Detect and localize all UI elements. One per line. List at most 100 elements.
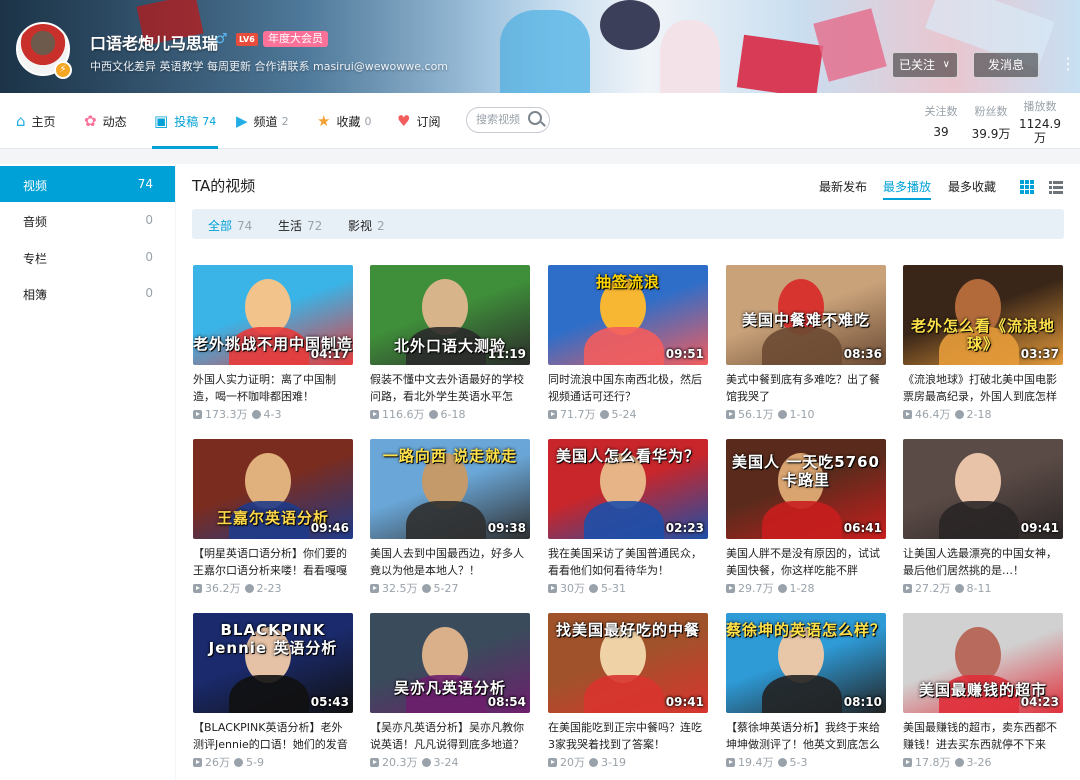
video-card[interactable]: 09:41 让美国人选最漂亮的中国女神，最后他们居然挑的是…！ 27.2万 8-11 [903,439,1063,597]
video-card[interactable]: 老外挑战不用中国制造 04:17 外国人实力证明：离了中国制造，喝一杯咖啡都困难！ 1… [193,265,353,423]
video-thumbnail[interactable]: 美国人怎么看华为？ 02:23 [548,439,708,539]
video-thumbnail[interactable]: 美国中餐难不难吃 08:36 [726,265,886,365]
tab-uploads[interactable]: ▣ 投稿 74 [151,93,219,149]
filter-count: 74 [237,219,253,233]
video-card[interactable]: 吴亦凡英语分析 08:54 【吴亦凡英语分析】吴亦凡教你说英语！凡凡说得到底多地道？… [370,613,530,771]
video-card[interactable]: 找美国最好吃的中餐 09:41 在美国能吃到正宗中餐吗？连吃3家我哭着找到了答案！ 2… [548,613,708,771]
video-thumbnail[interactable]: 北外口语大测验 11:19 [370,265,530,365]
sidebar-item-albums[interactable]: 相簿 0 [0,275,175,311]
video-card[interactable]: 美国中餐难不难吃 08:36 美式中餐到底有多难吃？出了餐馆我哭了 56.1万 1-10 [726,265,886,423]
tab-subscriptions[interactable]: ♥ 订阅 [397,93,440,149]
video-title[interactable]: 外国人实力证明：离了中国制造，喝一杯咖啡都困难！ [193,371,353,405]
video-card[interactable]: 一路向西 说走就走 09:38 美国人去到中国最西边，好多人竟以为他是本地人？！ 32… [370,439,530,597]
sidebar-item-label: 音频 [23,215,48,229]
video-title[interactable]: 【蔡徐坤英语分析】我终于来给坤坤做测评了！他英文到底怎么 [726,719,886,753]
grid-view-icon[interactable] [1020,180,1034,194]
more-vertical-icon[interactable]: ⋮ [1060,54,1076,76]
video-title[interactable]: 《流浪地球》打破北美中国电影票房最高纪录，外国人到底怎样 [903,371,1063,405]
sidebar-item-audio[interactable]: 音频 0 [0,202,175,238]
play-count-icon [193,584,202,593]
video-title[interactable]: 美国最赚钱的超市，卖东西都不赚钱！进去买东西就停不下来 [903,719,1063,753]
video-thumbnail[interactable]: 抽签流浪 09:51 [548,265,708,365]
video-thumbnail[interactable]: 王嘉尔英语分析 09:46 [193,439,353,539]
clock-icon [251,410,261,419]
video-title[interactable]: 美式中餐到底有多难吃？出了餐馆我哭了 [726,371,886,405]
tab-home[interactable]: ⌂ 主页 [16,93,56,149]
stat-fans[interactable]: 粉丝数 39.9万 [970,103,1012,142]
video-thumbnail[interactable]: 09:41 [903,439,1063,539]
video-card[interactable]: 抽签流浪 09:51 同时流浪中国东南西北极，然后视频通话可还行？ 71.7万 5-24 [548,265,708,423]
profile-banner: ⚡ 口语老炮儿马思瑞 ♂ LV6 年度大会员 中西文化差异 英语教学 每周更新 … [0,0,1080,93]
follow-button[interactable]: 已关注 ∨ [892,52,958,78]
video-thumbnail[interactable]: 吴亦凡英语分析 08:54 [370,613,530,713]
sort-most-played[interactable]: 最多播放 [883,178,932,200]
stat-label: 粉丝数 [974,105,1008,118]
video-thumbnail[interactable]: 蔡徐坤的英语怎么样？ 08:10 [726,613,886,713]
video-title[interactable]: 让美国人选最漂亮的中国女神，最后他们居然挑的是…！ [903,545,1063,579]
publish-date: 2-18 [966,408,992,421]
video-card[interactable]: 美国人怎么看华为？ 02:23 我在美国采访了美国普通民众，看看他们如何看待华为！ 3… [548,439,708,597]
vip-badge[interactable]: 年度大会员 [263,31,328,47]
video-thumbnail[interactable]: 美国最赚钱的超市 04:23 [903,613,1063,713]
clock-icon [589,584,598,593]
play-count: 71.7万 [560,408,596,421]
tab-count: 2 [281,114,289,128]
play-count-icon [370,410,379,419]
tab-dynamic[interactable]: ✿ 动态 [84,93,127,149]
video-card[interactable]: 北外口语大测验 11:19 假装不懂中文去外语最好的学校问路，看北外学生英语水平怎 1… [370,265,530,423]
play-count: 20.3万 [382,756,418,769]
video-card[interactable]: 蔡徐坤的英语怎么样？ 08:10 【蔡徐坤英语分析】我终于来给坤坤做测评了！他英文到… [726,613,886,771]
video-thumbnail[interactable]: 美国人 一天吃5760卡路里 06:41 [726,439,886,539]
sort-latest[interactable]: 最新发布 [819,178,867,195]
video-title[interactable]: 假装不懂中文去外语最好的学校问路，看北外学生英语水平怎 [370,371,530,405]
filter-life[interactable]: 生活 72 [278,217,322,234]
video-meta: 173.3万 4-3 [193,406,353,422]
video-thumbnail[interactable]: 老外挑战不用中国制造 04:17 [193,265,353,365]
search-icon[interactable] [528,111,542,125]
lightning-icon: ⚡ [54,61,72,79]
message-button[interactable]: 发消息 [973,52,1039,78]
video-duration: 06:41 [843,521,882,535]
sidebar-item-video[interactable]: 视频 74 [0,166,175,202]
tab-favorites[interactable]: ★ 收藏 0 [317,93,371,149]
level-badge: LV6 [236,33,258,46]
video-title[interactable]: 美国人胖不是没有原因的，试试美国快餐，你这样吃能不胖 [726,545,886,579]
filter-all[interactable]: 全部 74 [208,217,252,234]
video-thumbnail[interactable]: BLACKPINK Jennie 英语分析 05:43 [193,613,353,713]
list-view-icon[interactable] [1049,180,1063,194]
play-count-icon [903,584,912,593]
video-card[interactable]: 美国最赚钱的超市 04:23 美国最赚钱的超市，卖东西都不赚钱！进去买东西就停不下来… [903,613,1063,771]
publish-date: 4-3 [263,408,282,421]
video-title[interactable]: 【吴亦凡英语分析】吴亦凡教你说英语！凡凡说得到底多地道？ [370,719,530,753]
channel-icon: ▶ [236,112,248,130]
video-thumbnail[interactable]: 一路向西 说走就走 09:38 [370,439,530,539]
video-title[interactable]: 美国人去到中国最西边，好多人竟以为他是本地人？！ [370,545,530,579]
video-title[interactable]: 我在美国采访了美国普通民众，看看他们如何看待华为！ [548,545,708,579]
filter-label: 影视 [348,219,373,233]
sidebar-item-count: 0 [145,213,153,227]
clock-icon [234,758,243,767]
video-title[interactable]: 同时流浪中国东南西北极，然后视频通话可还行？ [548,371,708,405]
video-card[interactable]: 美国人 一天吃5760卡路里 06:41 美国人胖不是没有原因的，试试美国快餐，你这… [726,439,886,597]
filter-film[interactable]: 影视 2 [348,217,385,234]
publish-date: 5-31 [601,582,626,595]
video-meta: 116.6万 6-18 [370,406,530,422]
video-card[interactable]: 王嘉尔英语分析 09:46 【明星英语口语分析】你们要的王嘉尔口语分析来喽！看看嘎嘎… [193,439,353,597]
tab-channels[interactable]: ▶ 频道 2 [236,93,289,149]
tab-label: 收藏 [336,114,361,129]
sidebar-item-articles[interactable]: 专栏 0 [0,239,175,275]
video-title[interactable]: 【BLACKPINK英语分析】老外测评Jennie的口语！她们的发音 [193,719,353,753]
video-thumbnail[interactable]: 找美国最好吃的中餐 09:41 [548,613,708,713]
stat-following[interactable]: 关注数 39 [922,103,960,139]
video-thumbnail[interactable]: 老外怎么看《流浪地球》 03:37 [903,265,1063,365]
video-duration: 09:51 [665,347,704,361]
video-title[interactable]: 【明星英语口语分析】你们要的王嘉尔口语分析来喽！看看嘎嘎 [193,545,353,579]
video-card[interactable]: 老外怎么看《流浪地球》 03:37 《流浪地球》打破北美中国电影票房最高纪录，外国人… [903,265,1063,423]
sidebar: 视频 74 音频 0 专栏 0 相簿 0 [0,164,175,780]
video-title[interactable]: 在美国能吃到正宗中餐吗？连吃3家我哭着找到了答案！ [548,719,708,753]
clock-icon [777,758,787,767]
sidebar-item-count: 74 [137,177,153,191]
video-card[interactable]: BLACKPINK Jennie 英语分析 05:43 【BLACKPINK英语分析… [193,613,353,771]
clock-icon [777,410,787,419]
sort-most-favorited[interactable]: 最多收藏 [948,178,996,195]
